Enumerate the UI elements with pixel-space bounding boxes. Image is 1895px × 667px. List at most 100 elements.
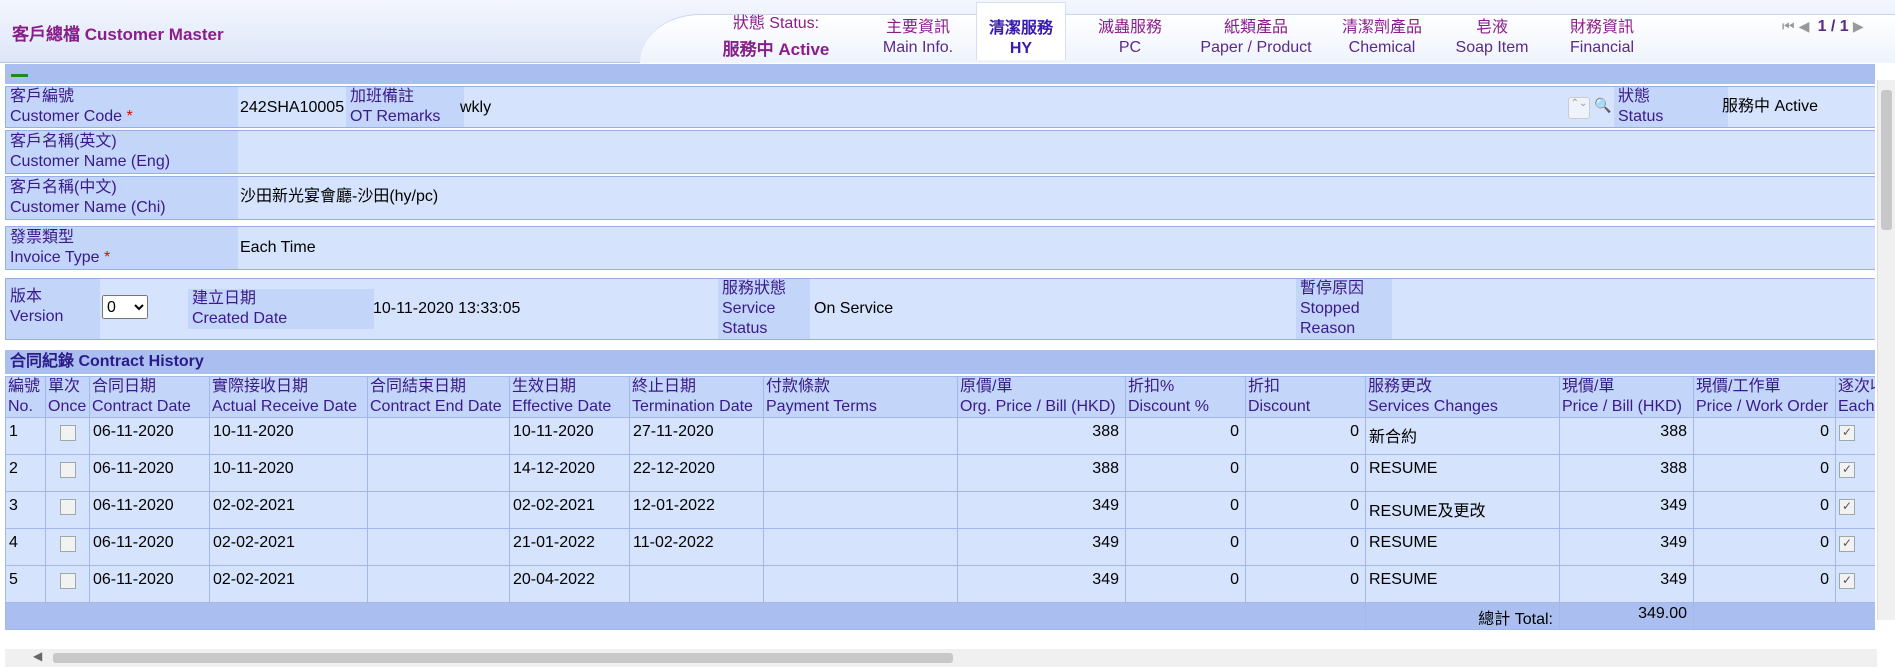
cell-price_wo: 0 [1693,454,1836,492]
contract-history-table: 編號 No. 單次 Once 合同日期 Contract Date 實際接收日期 Act… [5,376,1875,630]
cell-effective: 20-04-2022 [509,565,630,603]
cell-end_date [367,454,510,492]
stopped-reason-label: 暫停原因 Stopped Reason [1296,279,1392,339]
customer-code-value[interactable]: 242SHA10005 [240,98,344,118]
cell-org_price: 388 [957,454,1126,492]
checkbox-icon[interactable] [1839,499,1855,515]
once-checkbox-cell[interactable] [45,528,90,566]
tab-soap-item[interactable]: 皂液 Soap Item [1448,18,1536,58]
cell-no: 5 [5,565,46,603]
col-once: 單次 Once [45,376,90,418]
col-no: 編號 No. [5,376,46,418]
cell-org_price: 388 [957,417,1126,455]
cell-discount: 0 [1245,565,1366,603]
table-row[interactable]: 3 06-11-2020 02-02-2021 02-02-2021 12-01-202… [5,491,1875,529]
status-field-label: 狀態 Status [1614,87,1728,127]
cell-receive_date: 02-02-2021 [209,491,368,529]
table-row[interactable]: 2 06-11-2020 10-11-2020 14-12-2020 22-12-202… [5,454,1875,492]
customer-name-eng-row: 客戶名稱(英文) Customer Name (Eng) [5,130,1875,174]
col-price-work-order: 現價/工作單 Price / Work Order [1693,376,1836,418]
cell-disc_pct: 0 [1125,454,1246,492]
cell-receive_date: 02-02-2021 [209,565,368,603]
each-checkbox-cell[interactable] [1835,417,1875,455]
tab-financial[interactable]: 財務資訊 Financial [1556,18,1648,58]
scroll-left-icon[interactable]: ◀ [33,649,42,663]
checkbox-icon[interactable] [1839,462,1855,478]
customer-code-label: 客戶編號 Customer Code * [6,87,238,127]
cell-payment [763,417,958,455]
version-label: 版本 Version [6,279,100,339]
each-checkbox-cell[interactable] [1835,491,1875,529]
cell-end_date [367,528,510,566]
table-row[interactable]: 5 06-11-2020 02-02-2021 20-04-2022 349 0 0 RESU… [5,565,1875,603]
ot-remarks-value[interactable]: wkly [460,98,491,118]
status-value: 服務中 Active [722,40,830,59]
each-checkbox-cell[interactable] [1835,454,1875,492]
cell-termination [629,565,764,603]
col-actual-receive-date: 實際接收日期 Actual Receive Date [209,376,368,418]
total-label: 總計 Total: [1365,602,1560,630]
cell-disc_pct: 0 [1125,528,1246,566]
main-content: 客戶編號 Customer Code * 242SHA10005 加班備註 OT… [5,64,1875,649]
table-row[interactable]: 1 06-11-2020 10-11-2020 10-11-2020 27-11-202… [5,417,1875,455]
cell-discount: 0 [1245,528,1366,566]
invoice-type-label: 發票類型 Invoice Type * [6,227,238,269]
checkbox-icon[interactable] [59,499,76,515]
cell-price_bill: 388 [1559,454,1694,492]
checkbox-icon[interactable] [1839,425,1855,441]
once-checkbox-cell[interactable] [45,417,90,455]
spinner-icon[interactable]: ⌃⌄ [1568,97,1590,119]
checkbox-icon[interactable] [1839,536,1855,552]
checkbox-icon[interactable] [59,536,76,552]
cell-changes: 新合約 [1365,417,1560,455]
cell-termination: 11-02-2022 [629,528,764,566]
customer-name-chi-field[interactable]: 沙田新光宴會廳-沙田(hy/pc) [240,187,438,207]
each-checkbox-cell[interactable] [1835,528,1875,566]
app-title: 客戶總檔 Customer Master [12,25,224,44]
cell-payment [763,528,958,566]
checkbox-icon[interactable] [1839,573,1855,589]
checkbox-icon[interactable] [59,425,76,441]
tab-paper-product[interactable]: 紙類產品 Paper / Product [1192,18,1320,58]
status-indicator: 狀態 Status: 服務中 Active [704,9,848,60]
checkbox-icon[interactable] [59,462,76,478]
cell-effective: 02-02-2021 [509,491,630,529]
col-org-price: 原價/單 Org. Price / Bill (HKD) [957,376,1126,418]
tab-main-info[interactable]: 主要資訊 Main Info. [868,18,968,58]
tab-pc[interactable]: 滅蟲服務 PC [1088,18,1172,58]
total-row: 總計 Total: 349.00 [5,602,1875,630]
cell-org_price: 349 [957,565,1126,603]
version-select[interactable]: 0 [102,295,148,319]
service-status-value: On Service [814,300,894,317]
vertical-scrollbar[interactable] [1877,80,1895,620]
cell-payment [763,491,958,529]
cell-contract_date: 06-11-2020 [89,565,210,603]
pager: ⏮ ◀ 1 / 1 ▶ [1782,18,1868,36]
horizontal-scrollbar[interactable]: ◀ [5,649,1877,667]
once-checkbox-cell[interactable] [45,491,90,529]
collapse-icon[interactable] [11,74,28,77]
once-checkbox-cell[interactable] [45,454,90,492]
cell-no: 1 [5,417,46,455]
cell-receive_date: 02-02-2021 [209,528,368,566]
cell-disc_pct: 0 [1125,417,1246,455]
next-page-icon[interactable]: ▶ [1853,18,1864,35]
prev-page-icon[interactable]: ◀ [1799,18,1810,35]
lookup-icon[interactable]: 🔍 [1594,97,1611,114]
cell-changes: RESUME及更改 [1365,491,1560,529]
each-checkbox-cell[interactable] [1835,565,1875,603]
tab-hy[interactable]: 清潔服務 HY [976,2,1066,60]
cell-effective: 14-12-2020 [509,454,630,492]
checkbox-icon[interactable] [59,573,76,589]
tab-chemical[interactable]: 清潔劑產品 Chemical [1336,18,1428,58]
cell-receive_date: 10-11-2020 [209,454,368,492]
total-value: 349.00 [1559,602,1694,630]
cell-contract_date: 06-11-2020 [89,528,210,566]
col-price-bill: 現價/單 Price / Bill (HKD) [1559,376,1694,418]
table-row[interactable]: 4 06-11-2020 02-02-2021 21-01-2022 11-02-202… [5,528,1875,566]
once-checkbox-cell[interactable] [45,565,90,603]
first-page-icon[interactable]: ⏮ [1782,18,1795,35]
col-discount-pct: 折扣% Discount % [1125,376,1246,418]
col-payment-terms: 付款條款 Payment Terms [763,376,958,418]
invoice-type-value[interactable]: Each Time [240,238,316,258]
